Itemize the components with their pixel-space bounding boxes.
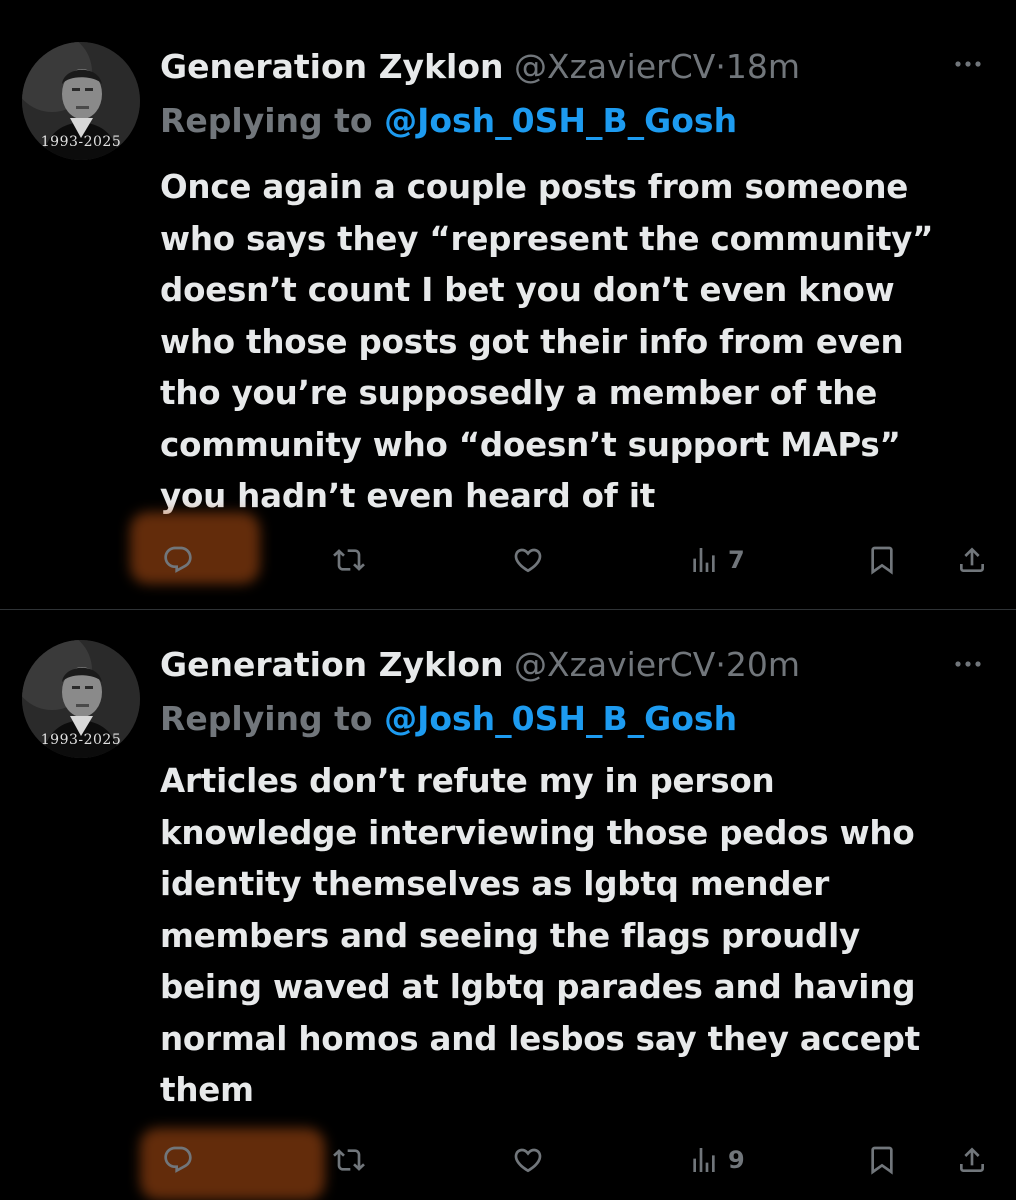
retweet-button[interactable] — [333, 540, 365, 580]
replying-to-handle[interactable]: @Josh_0SH_B_Gosh — [384, 101, 737, 140]
replying-to-label: Replying to — [160, 101, 385, 140]
display-name[interactable]: Generation Zyklon — [160, 645, 504, 684]
view-count: 7 — [728, 546, 745, 574]
reply-icon — [162, 544, 194, 576]
tweet-header: Generation Zyklon @XzavierCV·18m — [160, 44, 800, 90]
replying-to: Replying to @Josh_0SH_B_Gosh — [160, 98, 737, 144]
heart-icon — [512, 1144, 544, 1176]
retweet-icon — [333, 544, 365, 576]
avatar-years: 1993-2025 — [40, 134, 122, 150]
tweet[interactable]: 1993-2025 Generation Zyklon @XzavierCV·2… — [0, 610, 1016, 1200]
replying-to: Replying to @Josh_0SH_B_Gosh — [160, 696, 737, 742]
reply-icon — [162, 1144, 194, 1176]
user-handle[interactable]: @XzavierCV — [514, 645, 715, 684]
separator-dot: · — [715, 645, 726, 684]
tweet-text: Articles don’t refute my in person knowl… — [160, 762, 920, 1109]
user-handle[interactable]: @XzavierCV — [514, 47, 715, 86]
replying-to-label: Replying to — [160, 699, 385, 738]
display-name[interactable]: Generation Zyklon — [160, 47, 504, 86]
replying-to-handle[interactable]: @Josh_0SH_B_Gosh — [384, 699, 737, 738]
more-options-icon[interactable] — [950, 52, 986, 76]
like-button[interactable] — [512, 540, 544, 580]
share-icon — [956, 544, 988, 576]
timestamp[interactable]: 18m — [726, 47, 800, 86]
share-button[interactable] — [956, 1140, 988, 1180]
tweet[interactable]: 1993-2025 Generation Zyklon @XzavierCV·1… — [0, 0, 1016, 609]
view-count: 9 — [728, 1146, 745, 1174]
reply-button[interactable] — [162, 1140, 194, 1180]
views-button[interactable]: 7 — [688, 540, 745, 580]
action-bar: 7 — [0, 532, 1016, 588]
bookmark-icon — [866, 1144, 898, 1176]
share-icon — [956, 1144, 988, 1176]
like-button[interactable] — [512, 1140, 544, 1180]
tweet-text: Once again a couple posts from someone w… — [160, 168, 934, 515]
reply-button[interactable] — [162, 540, 194, 580]
bar-chart-icon — [688, 544, 720, 576]
bookmark-icon — [866, 544, 898, 576]
heart-icon — [512, 544, 544, 576]
avatar[interactable]: 1993-2025 — [22, 640, 140, 758]
share-button[interactable] — [956, 540, 988, 580]
bookmark-button[interactable] — [866, 540, 898, 580]
tweet-header: Generation Zyklon @XzavierCV·20m — [160, 642, 800, 688]
timestamp[interactable]: 20m — [726, 645, 800, 684]
more-options-icon[interactable] — [950, 652, 986, 676]
retweet-icon — [333, 1144, 365, 1176]
separator-dot: · — [715, 47, 726, 86]
avatar[interactable]: 1993-2025 — [22, 42, 140, 160]
bar-chart-icon — [688, 1144, 720, 1176]
avatar-years: 1993-2025 — [40, 732, 122, 748]
bookmark-button[interactable] — [866, 1140, 898, 1180]
action-bar: 9 — [0, 1132, 1016, 1188]
views-button[interactable]: 9 — [688, 1140, 745, 1180]
retweet-button[interactable] — [333, 1140, 365, 1180]
